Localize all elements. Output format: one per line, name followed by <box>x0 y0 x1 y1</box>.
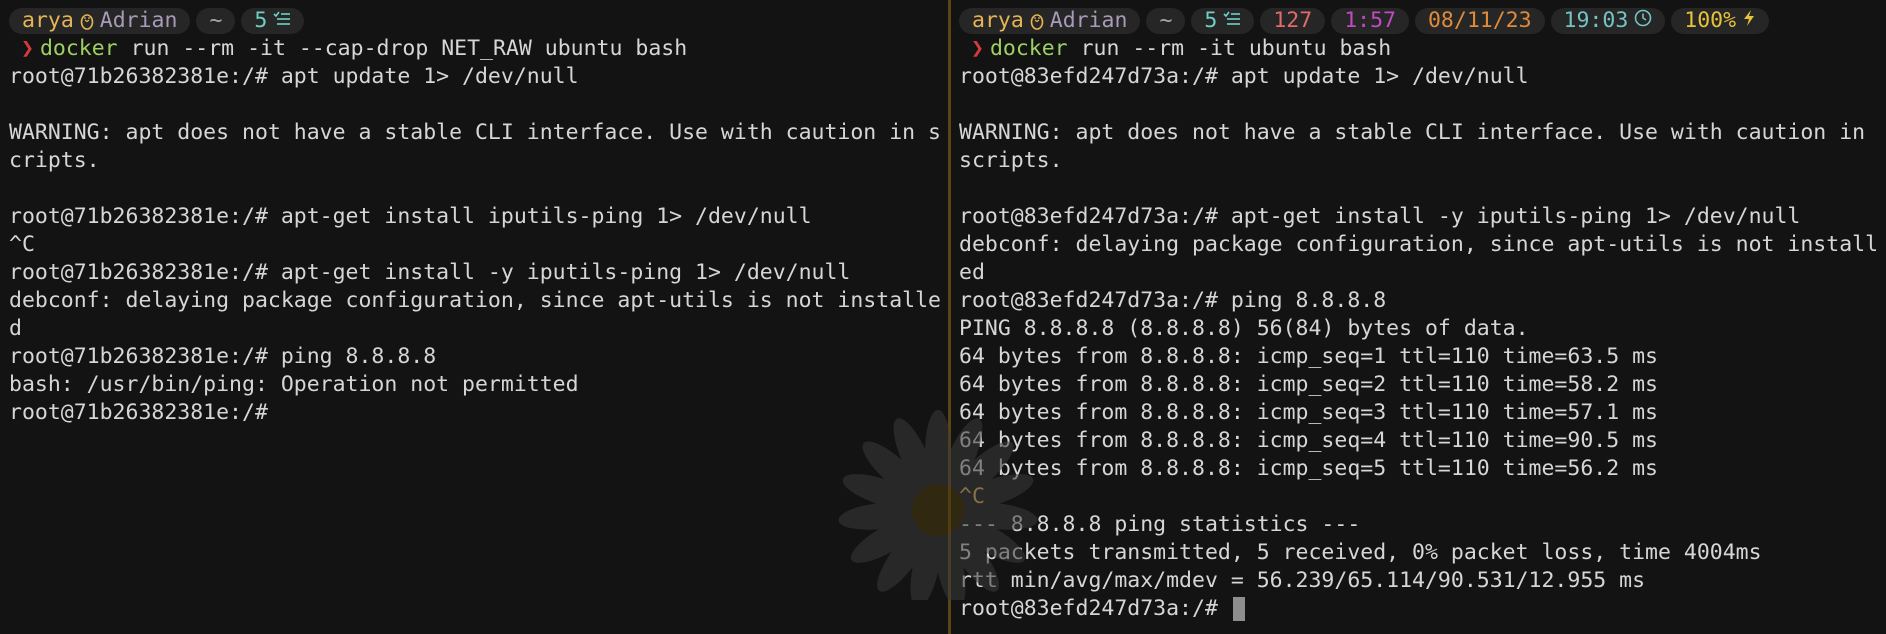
prompt-chevron: ❯ <box>21 36 34 61</box>
prompt-host: Adrian <box>1049 8 1128 33</box>
terminal-pane-right[interactable]: arya Adrian ~ 5 127 1:57 08/11/23 19:03 … <box>951 0 1886 634</box>
linux-tux-icon <box>80 12 94 30</box>
prompt-time-segment: 19:03 <box>1550 8 1666 34</box>
output-line: scripts. <box>959 148 1063 173</box>
output-line: 64 bytes from 8.8.8.8: icmp_seq=2 ttl=11… <box>959 372 1658 397</box>
output-line: WARNING: apt does not have a stable CLI … <box>959 120 1866 145</box>
prompt-dir-segment: ~ <box>196 8 236 34</box>
active-prompt: root@83efd247d73a:/# <box>959 596 1231 621</box>
output-line: debconf: delaying package configuration,… <box>959 232 1879 257</box>
linux-tux-icon <box>1030 12 1044 30</box>
prompt-dir: ~ <box>1159 8 1173 33</box>
prompt-battery: 100% <box>1684 8 1737 33</box>
prompt-git-count: 5 <box>1204 8 1218 33</box>
prompt-user-segment: arya Adrian <box>9 8 191 34</box>
prompt-dir: ~ <box>209 8 223 33</box>
output-line: ed <box>959 260 985 285</box>
output-line: root@83efd247d73a:/# apt-get install -y … <box>959 204 1801 229</box>
command-args: run --rm -it --cap-drop NET_RAW ubuntu b… <box>117 36 688 61</box>
prompt-host: Adrian <box>99 8 178 33</box>
output-line: cripts. <box>9 148 100 173</box>
prompt-line-active[interactable]: root@83efd247d73a:/# <box>959 595 1886 623</box>
output-line: root@71b26382381e:/# apt update 1> /dev/… <box>9 64 579 89</box>
output-line: rtt min/avg/max/mdev = 56.239/65.114/90.… <box>959 568 1646 593</box>
output-line: root@71b26382381e:/# apt-get install ipu… <box>9 204 812 229</box>
output-line: ^C <box>9 232 35 257</box>
prompt-bar-left: arya Adrian ~ 5 <box>9 7 948 35</box>
prompt-duration: 1:57 <box>1344 8 1396 33</box>
output-line: root@71b26382381e:/# ping 8.8.8.8 <box>9 344 437 369</box>
prompt-git-segment: 5 <box>1191 8 1255 34</box>
output-line: ^C <box>959 484 985 509</box>
prompt-exit-code: 127 <box>1273 8 1313 33</box>
output-line: 64 bytes from 8.8.8.8: icmp_seq=1 ttl=11… <box>959 344 1658 369</box>
prompt-user-segment: arya Adrian <box>959 8 1141 34</box>
output-line: d <box>9 316 22 341</box>
prompt-time: 19:03 <box>1563 8 1629 33</box>
lightning-bolt-icon <box>1742 8 1756 34</box>
prompt-dir-segment: ~ <box>1146 8 1186 34</box>
output-line: root@83efd247d73a:/# apt update 1> /dev/… <box>959 64 1529 89</box>
prompt-user: arya <box>22 8 74 33</box>
output-line: bash: /usr/bin/ping: Operation not permi… <box>9 372 579 397</box>
output-line: 64 bytes from 8.8.8.8: icmp_seq=3 ttl=11… <box>959 400 1658 425</box>
prompt-bar-right: arya Adrian ~ 5 127 1:57 08/11/23 19:03 … <box>959 7 1886 35</box>
command-args: run --rm -it ubuntu bash <box>1067 36 1392 61</box>
prompt-battery-segment: 100% <box>1671 8 1770 34</box>
command-line: ❯ docker run --rm -it --cap-drop NET_RAW … <box>9 35 948 63</box>
checklist-icon <box>273 8 291 34</box>
command-name: docker <box>989 36 1068 61</box>
clock-icon <box>1634 8 1652 34</box>
prompt-git-count: 5 <box>254 8 268 33</box>
output-line: 64 bytes from 8.8.8.8: icmp_seq=5 ttl=11… <box>959 456 1658 481</box>
command-line: ❯ docker run --rm -it ubuntu bash <box>959 35 1886 63</box>
output-line: 5 packets transmitted, 5 received, 0% pa… <box>959 540 1762 565</box>
output-line: WARNING: apt does not have a stable CLI … <box>9 120 941 145</box>
output-line: --- 8.8.8.8 ping statistics --- <box>959 512 1361 537</box>
output-line: root@71b26382381e:/# <box>9 400 268 425</box>
output-line: debconf: delaying package configuration,… <box>9 288 941 313</box>
text-cursor <box>1232 597 1245 621</box>
prompt-chevron: ❯ <box>971 36 984 61</box>
output-line: root@83efd247d73a:/# ping 8.8.8.8 <box>959 288 1387 313</box>
prompt-date-segment: 08/11/23 <box>1414 8 1545 34</box>
command-name: docker <box>39 36 118 61</box>
prompt-exit-code-segment: 127 <box>1260 8 1326 34</box>
output-line: root@71b26382381e:/# apt-get install -y … <box>9 260 851 285</box>
prompt-user: arya <box>972 8 1024 33</box>
prompt-date: 08/11/23 <box>1427 8 1532 33</box>
checklist-icon <box>1223 8 1241 34</box>
output-line: PING 8.8.8.8 (8.8.8.8) 56(84) bytes of d… <box>959 316 1529 341</box>
terminal-output-right: arya Adrian ~ 5 127 1:57 08/11/23 19:03 … <box>959 7 1886 623</box>
terminal-output-left: arya Adrian ~ 5 ❯ docker run --rm -it --… <box>9 7 948 427</box>
prompt-duration-segment: 1:57 <box>1331 8 1409 34</box>
prompt-git-segment: 5 <box>241 8 305 34</box>
terminal-pane-left[interactable]: arya Adrian ~ 5 ❯ docker run --rm -it --… <box>0 0 948 634</box>
output-line: 64 bytes from 8.8.8.8: icmp_seq=4 ttl=11… <box>959 428 1658 453</box>
